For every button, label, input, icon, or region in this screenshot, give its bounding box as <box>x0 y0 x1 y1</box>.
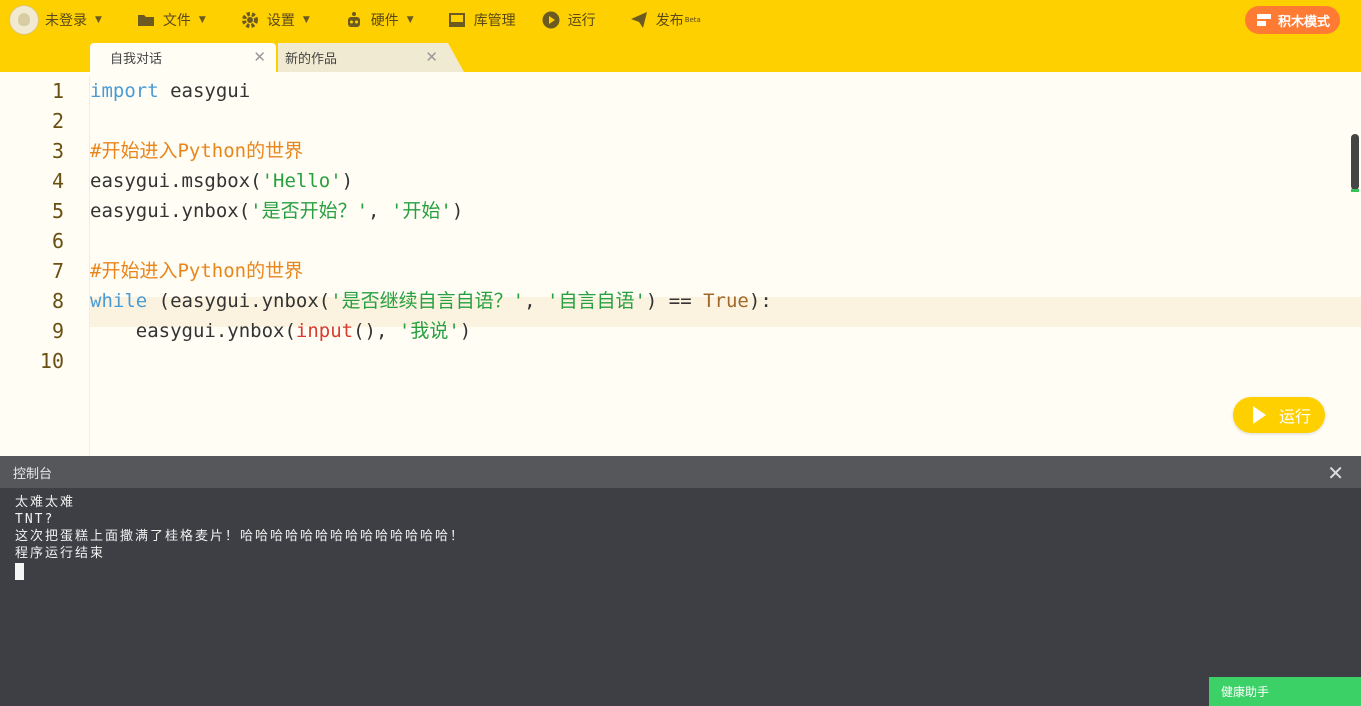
publish-label: 发布 <box>655 13 684 29</box>
code-line-9: easygui.ynbox(input(), '我说') <box>90 316 471 346</box>
library-menu[interactable]: 库管理 <box>448 0 516 40</box>
code-text: ): <box>748 290 772 312</box>
file-menu[interactable]: 文件 ▼ <box>137 0 206 40</box>
console-output-line: 这次把蛋糕上面撒满了桂格麦片！哈哈哈哈哈哈哈哈哈哈哈哈哈哈！ <box>15 529 466 544</box>
string: '自言自语' <box>547 290 646 312</box>
paper-plane-icon <box>630 12 647 28</box>
close-icon[interactable]: ✕ <box>425 48 438 66</box>
code-text: ) <box>341 170 354 192</box>
run-button[interactable]: 运行 <box>1233 397 1325 433</box>
hardware-label: 硬件 <box>370 13 399 29</box>
code-text: ) <box>459 320 472 342</box>
chevron-down-icon: ▼ <box>95 15 102 25</box>
tab-self-talk[interactable]: 自我对话 ✕ <box>90 43 276 72</box>
builtin: input <box>295 320 354 342</box>
folder-icon <box>137 15 154 26</box>
settings-label: 设置 <box>266 13 295 29</box>
code-line-5: easygui.ynbox('是否开始？', '开始') <box>90 196 463 226</box>
line-number: 10 <box>39 349 64 373</box>
run-menu[interactable]: 运行 <box>542 0 596 40</box>
scrollbar-thumb[interactable] <box>1351 134 1359 192</box>
login-menu[interactable]: 未登录 ▼ <box>9 0 102 40</box>
string: 'Hello' <box>261 170 342 192</box>
keyword: import <box>90 80 159 102</box>
console-output-line: TNT? <box>15 512 55 527</box>
console-output-line: 程序运行结束 <box>15 546 106 561</box>
console-header: 控制台 ✕ <box>0 456 1361 488</box>
code-text: easygui.msgbox( <box>90 170 262 192</box>
beta-badge: Beta <box>684 16 701 24</box>
code-text: (), <box>353 320 399 342</box>
run-button-label: 运行 <box>1279 407 1312 426</box>
string: '是否开始？' <box>250 200 369 222</box>
file-label: 文件 <box>162 13 191 29</box>
string: '开始' <box>390 200 452 222</box>
settings-menu[interactable]: 设置 ▼ <box>241 0 310 40</box>
chevron-down-icon: ▼ <box>406 15 414 25</box>
hardware-menu[interactable]: 硬件 ▼ <box>345 0 414 40</box>
health-assistant-button[interactable]: 健康助手 <box>1209 677 1361 706</box>
code-line-8: while (easygui.ynbox('是否继续自言自语？', '自言自语'… <box>90 286 772 316</box>
code-text: , <box>524 290 548 312</box>
code-text: easygui <box>158 80 251 102</box>
block-mode-label: 积木模式 <box>1277 14 1330 30</box>
blocks-icon <box>1256 14 1271 26</box>
health-assistant-label: 健康助手 <box>1221 685 1270 699</box>
line-number: 5 <box>51 199 64 223</box>
line-number: 9 <box>51 319 64 343</box>
line-number: 8 <box>51 289 64 313</box>
code-line-4: easygui.msgbox('Hello') <box>90 166 353 196</box>
play-icon <box>1253 406 1266 424</box>
console-input-cursor[interactable] <box>15 563 24 580</box>
console-title: 控制台 <box>13 466 53 482</box>
line-number: 2 <box>51 109 64 133</box>
string: '是否继续自言自语？' <box>330 290 525 312</box>
library-icon <box>448 13 465 27</box>
robot-icon <box>347 12 360 27</box>
code-line-3: #开始进入Python的世界 <box>90 140 304 162</box>
constant: True <box>703 290 749 312</box>
tab-strip: 自我对话 ✕ 新的作品 ✕ <box>0 40 1361 72</box>
gear-icon <box>241 12 258 28</box>
publish-menu[interactable]: 发布 Beta <box>630 0 701 40</box>
code-text: easygui.ynbox( <box>90 200 251 222</box>
chevron-down-icon: ▼ <box>302 15 310 25</box>
play-circle-icon <box>542 11 560 29</box>
code-text: easygui.ynbox( <box>90 320 296 342</box>
line-number: 3 <box>51 139 64 163</box>
string: '我说' <box>398 320 460 342</box>
code-text: (easygui.ynbox( <box>147 290 331 312</box>
line-gutter: 1 2 3 4 5 6 7 8 9 10 <box>0 76 90 456</box>
console-output-line: 太难太难 <box>15 495 76 510</box>
code-text: ) == <box>645 290 704 312</box>
login-label: 未登录 <box>45 13 87 29</box>
code-editor[interactable]: 1 2 3 4 5 6 7 8 9 10 import easygui #开始进… <box>0 72 1361 456</box>
top-toolbar: 未登录 ▼ 文件 ▼ 设置 ▼ 硬件 ▼ 库管理 运行 发布 Beta 积木模式 <box>0 0 1361 40</box>
console-panel: 控制台 ✕ 太难太难 TNT? 这次把蛋糕上面撒满了桂格麦片！哈哈哈哈哈哈哈哈哈… <box>0 456 1361 706</box>
code-text: ) <box>451 200 464 222</box>
chevron-down-icon: ▼ <box>198 15 206 25</box>
code-line-7: #开始进入Python的世界 <box>90 260 304 282</box>
code-line-1: import easygui <box>90 76 250 106</box>
tab-label: 自我对话 <box>110 52 163 67</box>
tab-label: 新的作品 <box>285 52 338 67</box>
avatar <box>9 5 39 35</box>
line-number: 1 <box>51 79 64 103</box>
run-label: 运行 <box>567 13 596 29</box>
line-number: 4 <box>51 169 64 193</box>
block-mode-button[interactable]: 积木模式 <box>1244 6 1340 34</box>
code-text: , <box>368 200 391 222</box>
library-label: 库管理 <box>473 13 516 29</box>
line-number: 7 <box>51 259 64 283</box>
keyword: while <box>90 290 148 312</box>
line-number: 6 <box>51 229 64 253</box>
close-icon[interactable]: ✕ <box>1327 461 1344 485</box>
tab-new-work[interactable]: 新的作品 ✕ <box>278 43 464 72</box>
close-icon[interactable]: ✕ <box>253 48 266 66</box>
